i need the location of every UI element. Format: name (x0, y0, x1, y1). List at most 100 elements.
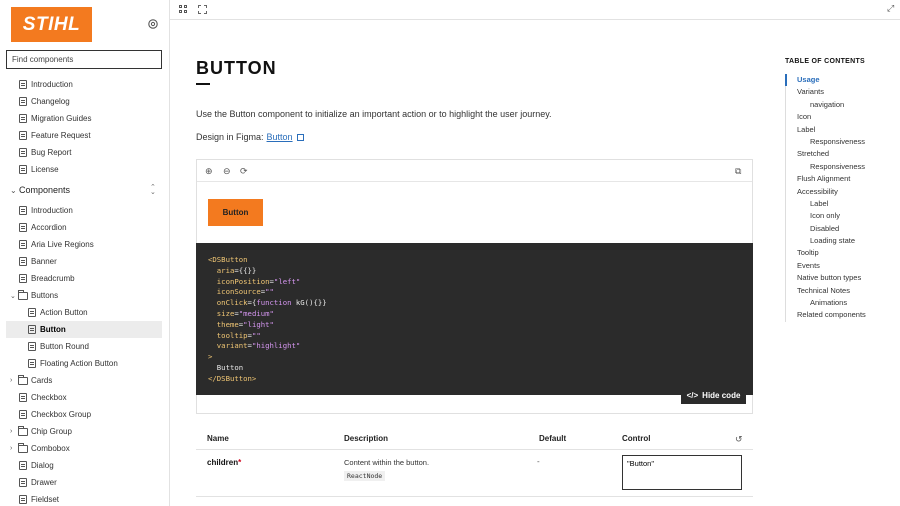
reset-controls-icon[interactable]: ↺ (735, 434, 743, 445)
document-icon (28, 342, 36, 351)
zoom-in-icon[interactable]: ⊕ (205, 166, 213, 177)
sidebar-item-label: Migration Guides (31, 114, 92, 123)
sidebar-item-button[interactable]: Button (6, 321, 162, 338)
code-token: function (256, 298, 292, 308)
code-line: iconPosition="left" (208, 277, 741, 288)
sidebar-item-action-button[interactable]: Action Button (0, 304, 169, 321)
toc-list: Usage Variants navigation Icon Label Responsi… (785, 74, 897, 322)
sidebar-section-components[interactable]: ⌄ Components ⌃ ⌄ (0, 178, 169, 202)
toc-item-tooltip[interactable]: Tooltip (786, 247, 897, 259)
stihl-logo[interactable]: STIHL (11, 7, 92, 42)
sidebar-item-migration-guides[interactable]: Migration Guides (0, 110, 169, 127)
sidebar-item-changelog[interactable]: Changelog (0, 93, 169, 110)
fullscreen-icon[interactable]: ⤢ (887, 3, 896, 13)
sidebar-item-label: Cards (31, 376, 53, 385)
toc-item-responsiveness[interactable]: Responsiveness (786, 161, 897, 173)
toc-item-events[interactable]: Events (786, 260, 897, 272)
toc-item-icon[interactable]: Icon (786, 111, 897, 123)
expand-collapse-icon[interactable]: ⌃ ⌄ (150, 184, 156, 196)
sidebar-item-cards[interactable]: › Cards (0, 372, 169, 389)
toc-item-flush-alignment[interactable]: Flush Alignment (786, 173, 897, 185)
chevron-right-icon: › (10, 377, 13, 384)
code-line: theme="light" (208, 320, 741, 331)
sidebar-item-introduction[interactable]: Introduction (0, 76, 169, 93)
sidebar-item-label: Button Round (40, 342, 89, 351)
toc-item-accessibility[interactable]: Accessibility (786, 186, 897, 198)
figma-link[interactable]: Button (267, 132, 293, 142)
sidebar-item-dialog[interactable]: Dialog (0, 457, 169, 474)
sidebar-item-label: Introduction (31, 80, 73, 89)
document-icon (19, 240, 27, 249)
figma-prefix: Design in Figma: (196, 132, 264, 142)
sidebar-item-bug-report[interactable]: Bug Report (0, 144, 169, 161)
toc-item-technical-notes[interactable]: Technical Notes (786, 285, 897, 297)
sidebar-item-label: Changelog (31, 97, 70, 106)
demo-button[interactable]: Button (208, 199, 263, 226)
grid-icon[interactable] (179, 5, 188, 14)
toc-item-responsiveness[interactable]: Responsiveness (786, 136, 897, 148)
search-input[interactable] (6, 50, 162, 69)
external-link-icon[interactable] (296, 134, 304, 141)
document-icon (19, 114, 27, 123)
sidebar-item-feature-request[interactable]: Feature Request (0, 127, 169, 144)
sidebar-item-button-round[interactable]: Button Round (0, 338, 169, 355)
page-title: BUTTON (196, 58, 277, 78)
toc-item-related-components[interactable]: Related components (786, 309, 897, 321)
sidebar-item-license[interactable]: License (0, 161, 169, 178)
code-line: iconSource="" (208, 287, 741, 298)
sidebar-item-chip-group[interactable]: › Chip Group (0, 423, 169, 440)
children-control-input[interactable] (622, 455, 742, 490)
zoom-out-icon[interactable]: ⊖ (223, 166, 231, 177)
outline-icon[interactable] (198, 5, 207, 14)
zoom-reset-icon[interactable]: ⟳ (240, 166, 248, 177)
settings-gear-icon[interactable] (147, 18, 159, 30)
sidebar-item-banner[interactable]: Banner (0, 253, 169, 270)
sidebar-item-label: Banner (31, 257, 57, 266)
code-block: <DSButton aria={{}} iconPosition="left" … (196, 243, 753, 395)
sidebar-item-label: Drawer (31, 478, 57, 487)
toc-item-native-button-types[interactable]: Native button types (786, 272, 897, 284)
prop-type-badge: ReactNode (344, 471, 386, 481)
code-token: "left" (273, 276, 301, 286)
toc-item-label[interactable]: Label (786, 198, 897, 210)
sidebar-item-breadcrumb[interactable]: Breadcrumb (0, 270, 169, 287)
table-of-contents: TABLE OF CONTENTS Usage Variants navigatio… (785, 58, 897, 322)
toc-item-usage[interactable]: Usage (785, 74, 897, 87)
code-token: aria (208, 265, 235, 275)
sidebar-item-label: Button (40, 325, 66, 334)
toc-item-stretched[interactable]: Stretched (786, 148, 897, 160)
code-line: <DSButton (208, 255, 741, 266)
sidebar-item-checkbox-group[interactable]: Checkbox Group (0, 406, 169, 423)
table-divider (196, 496, 753, 497)
code-token: </DSButton> (208, 373, 257, 383)
toc-item-disabled[interactable]: Disabled (786, 223, 897, 235)
hide-code-button[interactable]: </> Hide code (681, 386, 746, 404)
toc-item-label[interactable]: Label (786, 124, 897, 136)
sidebar-item-floating-action-button[interactable]: Floating Action Button (0, 355, 169, 372)
code-token: "" (251, 330, 261, 340)
toc-item-variants[interactable]: Variants (786, 86, 897, 98)
code-line: size="medium" (208, 309, 741, 320)
sidebar-item-accordion[interactable]: Accordion (0, 219, 169, 236)
sidebar-item-aria-live-regions[interactable]: Aria Live Regions (0, 236, 169, 253)
sidebar-item-buttons[interactable]: ⌄ Buttons (0, 287, 169, 304)
document-icon (28, 308, 36, 317)
toc-item-navigation[interactable]: navigation (786, 99, 897, 111)
sidebar-item-label: Aria Live Regions (31, 240, 94, 249)
toc-item-animations[interactable]: Animations (786, 297, 897, 309)
open-new-tab-icon[interactable]: ⧉ (735, 166, 741, 177)
sidebar-item-checkbox[interactable]: Checkbox (0, 389, 169, 406)
sidebar-item-drawer[interactable]: Drawer (0, 474, 169, 491)
toc-item-icon-only[interactable]: Icon only (786, 210, 897, 222)
folder-icon (18, 289, 28, 300)
document-icon (19, 131, 27, 140)
code-line: aria={{}} (208, 266, 741, 277)
sidebar-item-introduction[interactable]: Introduction (0, 202, 169, 219)
sidebar-item-fieldset[interactable]: Fieldset (0, 491, 169, 506)
document-icon (19, 165, 27, 174)
code-token: size (208, 308, 235, 318)
toc-item-loading-state[interactable]: Loading state (786, 235, 897, 247)
code-token: Button (208, 362, 244, 372)
sidebar-item-combobox[interactable]: › Combobox (0, 440, 169, 457)
sidebar-item-label: Combobox (31, 444, 70, 453)
